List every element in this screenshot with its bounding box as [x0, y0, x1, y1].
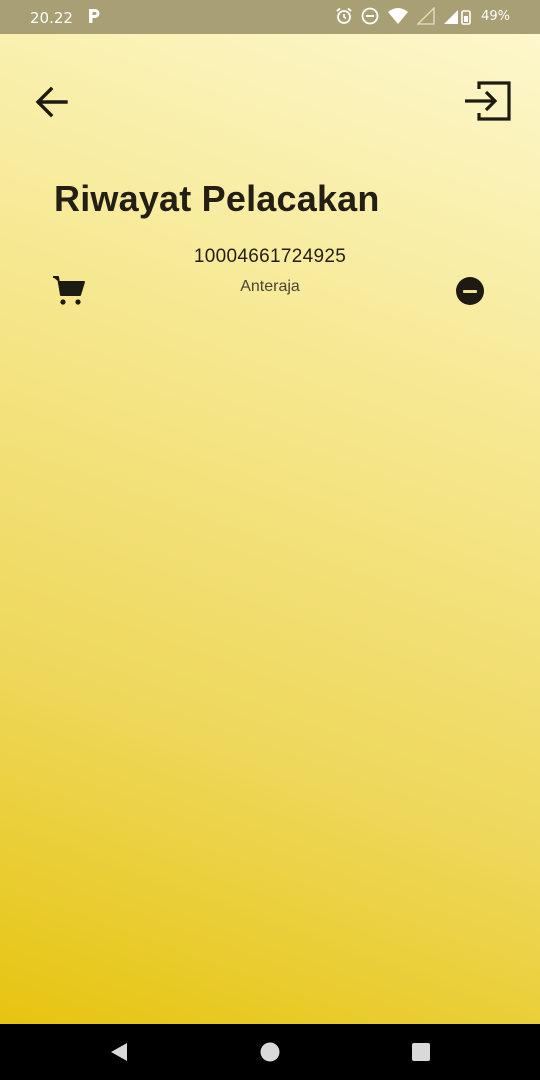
arrow-left-icon	[35, 86, 68, 118]
nav-recents-icon[interactable]	[410, 1041, 432, 1063]
parking-app-icon	[87, 8, 101, 28]
status-time: 20.22	[30, 9, 73, 27]
wifi-icon	[387, 7, 409, 25]
navigation-bar	[0, 1024, 540, 1080]
battery-text: 49%	[481, 8, 510, 24]
history-item[interactable]: 10004661724925 Anteraja	[40, 239, 500, 309]
do-not-disturb-icon	[361, 7, 379, 25]
remove-circle-icon[interactable]	[456, 277, 484, 305]
back-button[interactable]	[30, 80, 74, 124]
signal-icon-strong	[443, 7, 473, 25]
nav-home-icon[interactable]	[259, 1041, 281, 1063]
exit-button[interactable]	[460, 78, 514, 124]
login-exit-icon	[465, 81, 511, 121]
status-right: 49%	[335, 7, 510, 25]
courier-name: Anteraja	[240, 278, 300, 295]
signal-icon	[417, 7, 435, 25]
app-screen: Riwayat Pelacakan 10004661724925 Anteraj…	[0, 34, 540, 1024]
alarm-icon	[335, 7, 353, 25]
page-title: Riwayat Pelacakan	[54, 178, 380, 219]
status-bar: 20.22 49%	[0, 0, 540, 34]
tracking-number: 10004661724925	[193, 246, 347, 267]
status-left: 20.22	[30, 8, 101, 28]
nav-back-icon[interactable]	[108, 1041, 130, 1063]
